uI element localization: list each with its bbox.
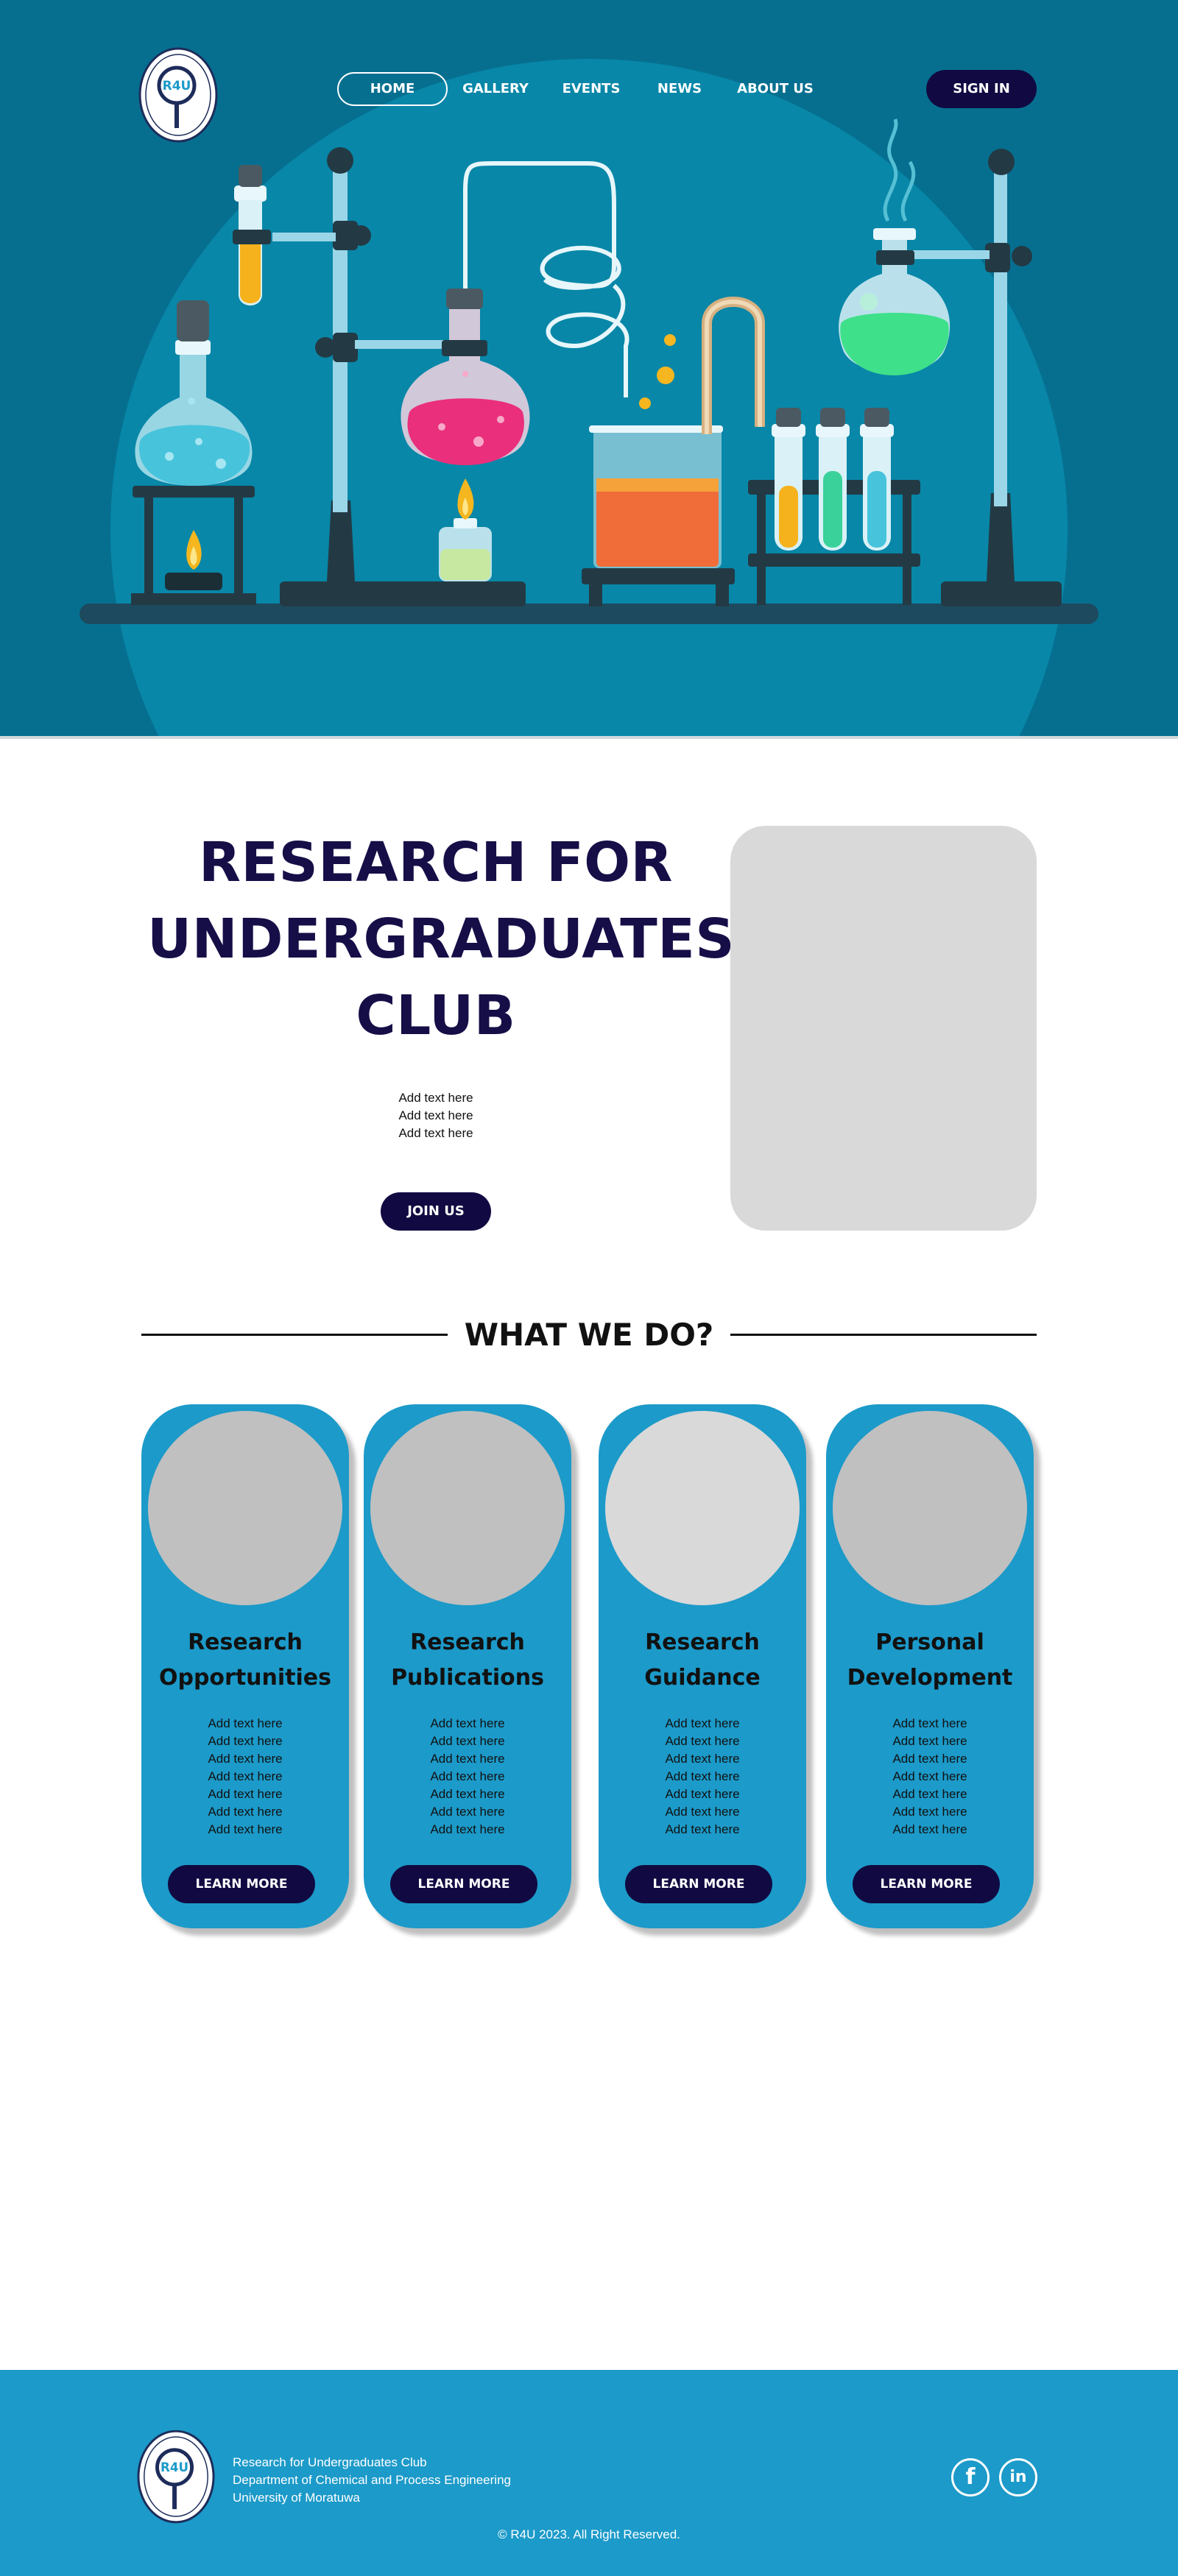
r4u-footer-logo[interactable]: R4U (137, 2429, 215, 2524)
learn-more-button[interactable]: LEARN MORE (168, 1865, 315, 1903)
card-title: Personal Development (826, 1625, 1034, 1696)
club-title-line: RESEARCH FOR (198, 831, 674, 894)
card-text-line: Add text here (665, 1787, 740, 1801)
card-title-line: Research (410, 1630, 525, 1655)
nav-gallery[interactable]: GALLERY (455, 72, 536, 106)
join-us-button[interactable]: JOIN US (381, 1192, 491, 1231)
service-card-personal-development: Personal Development Add text here Add t… (826, 1404, 1034, 1928)
card-text-line: Add text here (892, 1734, 967, 1748)
service-card-research-opportunities: Research Opportunities Add text here Add… (141, 1404, 349, 1928)
card-text-line: Add text here (208, 1716, 283, 1730)
card-description: Add text here Add text here Add text her… (826, 1715, 1034, 1839)
card-title-line: Research (645, 1630, 760, 1655)
card-title: Research Guidance (599, 1625, 806, 1696)
nav-about-us[interactable]: ABOUT US (727, 72, 823, 106)
what-we-do-heading: WHAT WE DO? (464, 1317, 714, 1353)
card-title-line: Development (847, 1665, 1013, 1691)
card-title-line: Personal (875, 1630, 984, 1655)
learn-more-button[interactable]: LEARN MORE (390, 1865, 537, 1903)
footer-address: Research for Undergraduates Club Departm… (233, 2454, 511, 2507)
nav-home[interactable]: HOME (337, 72, 448, 106)
section-divider-left (141, 1334, 448, 1336)
card-description: Add text here Add text here Add text her… (599, 1715, 806, 1839)
card-text-line: Add text here (208, 1734, 283, 1748)
card-text-line: Add text here (892, 1716, 967, 1730)
card-text-line: Add text here (665, 1752, 740, 1766)
card-text-line: Add text here (208, 1752, 283, 1766)
card-text-line: Add text here (665, 1734, 740, 1748)
card-image-placeholder (833, 1411, 1027, 1605)
nav-events[interactable]: EVENTS (551, 72, 632, 106)
card-text-line: Add text here (208, 1787, 283, 1801)
card-text-line: Add text here (430, 1734, 505, 1748)
intro-image-placeholder (730, 826, 1037, 1231)
card-text-line: Add text here (892, 1787, 967, 1801)
card-text-line: Add text here (430, 1752, 505, 1766)
card-description: Add text here Add text here Add text her… (364, 1715, 571, 1839)
footer-logo-text: R4U (161, 2460, 188, 2474)
card-text-line: Add text here (892, 1769, 967, 1783)
facebook-icon[interactable]: f (951, 2458, 990, 2497)
card-text-line: Add text here (430, 1787, 505, 1801)
card-text-line: Add text here (208, 1769, 283, 1783)
logo-text: R4U (163, 79, 191, 93)
footer-line: University of Moratuwa (233, 2491, 360, 2505)
club-title-line: CLUB (356, 984, 516, 1047)
card-text-line: Add text here (665, 1769, 740, 1783)
nav-news[interactable]: NEWS (643, 72, 716, 106)
footer-line: Research for Undergraduates Club (233, 2455, 427, 2469)
learn-more-button[interactable]: LEARN MORE (853, 1865, 1000, 1903)
card-text-line: Add text here (892, 1805, 967, 1819)
card-text-line: Add text here (665, 1805, 740, 1819)
footer-line: Department of Chemical and Process Engin… (233, 2473, 511, 2487)
card-text-line: Add text here (208, 1805, 283, 1819)
card-title-line: Research (188, 1630, 303, 1655)
copyright-text: © R4U 2023. All Right Reserved. (498, 2527, 680, 2541)
card-image-placeholder (605, 1411, 800, 1605)
card-image-placeholder (148, 1411, 342, 1605)
card-text-line: Add text here (430, 1805, 505, 1819)
club-title-line: UNDERGRADUATES (147, 907, 736, 971)
learn-more-button[interactable]: LEARN MORE (625, 1865, 772, 1903)
card-title-line: Opportunities (158, 1665, 332, 1691)
intro-text-line: Add text here (398, 1126, 473, 1140)
card-text-line: Add text here (430, 1769, 505, 1783)
intro-text-line: Add text here (398, 1091, 473, 1105)
r4u-logo[interactable]: R4U (138, 47, 218, 143)
site-footer: R4U Research for Undergraduates Club Dep… (0, 2370, 1178, 2576)
card-text-line: Add text here (892, 1822, 967, 1836)
sign-in-button[interactable]: SIGN IN (926, 70, 1037, 108)
card-title: Research Publications (364, 1625, 571, 1696)
card-title-line: Publications (391, 1665, 544, 1691)
card-image-placeholder (370, 1411, 565, 1605)
card-description: Add text here Add text here Add text her… (141, 1715, 349, 1839)
card-text-line: Add text here (892, 1752, 967, 1766)
intro-description: Add text here Add text here Add text her… (362, 1089, 509, 1142)
linkedin-icon[interactable]: in (999, 2458, 1037, 2497)
service-card-research-guidance: Research Guidance Add text here Add text… (599, 1404, 806, 1928)
card-text-line: Add text here (665, 1822, 740, 1836)
hero-divider (0, 736, 1178, 739)
card-text-line: Add text here (430, 1716, 505, 1730)
card-text-line: Add text here (208, 1822, 283, 1836)
intro-text-line: Add text here (398, 1108, 473, 1122)
hero-banner: R4U HOME GALLERY EVENTS NEWS ABOUT US SI… (0, 0, 1178, 736)
card-title-line: Guidance (644, 1665, 761, 1691)
service-card-research-publications: Research Publications Add text here Add … (364, 1404, 571, 1928)
section-divider-right (730, 1334, 1037, 1336)
club-title: RESEARCH FOR UNDERGRADUATES CLUB (147, 824, 736, 1054)
card-title: Research Opportunities (141, 1625, 349, 1696)
card-text-line: Add text here (430, 1822, 505, 1836)
card-text-line: Add text here (665, 1716, 740, 1730)
